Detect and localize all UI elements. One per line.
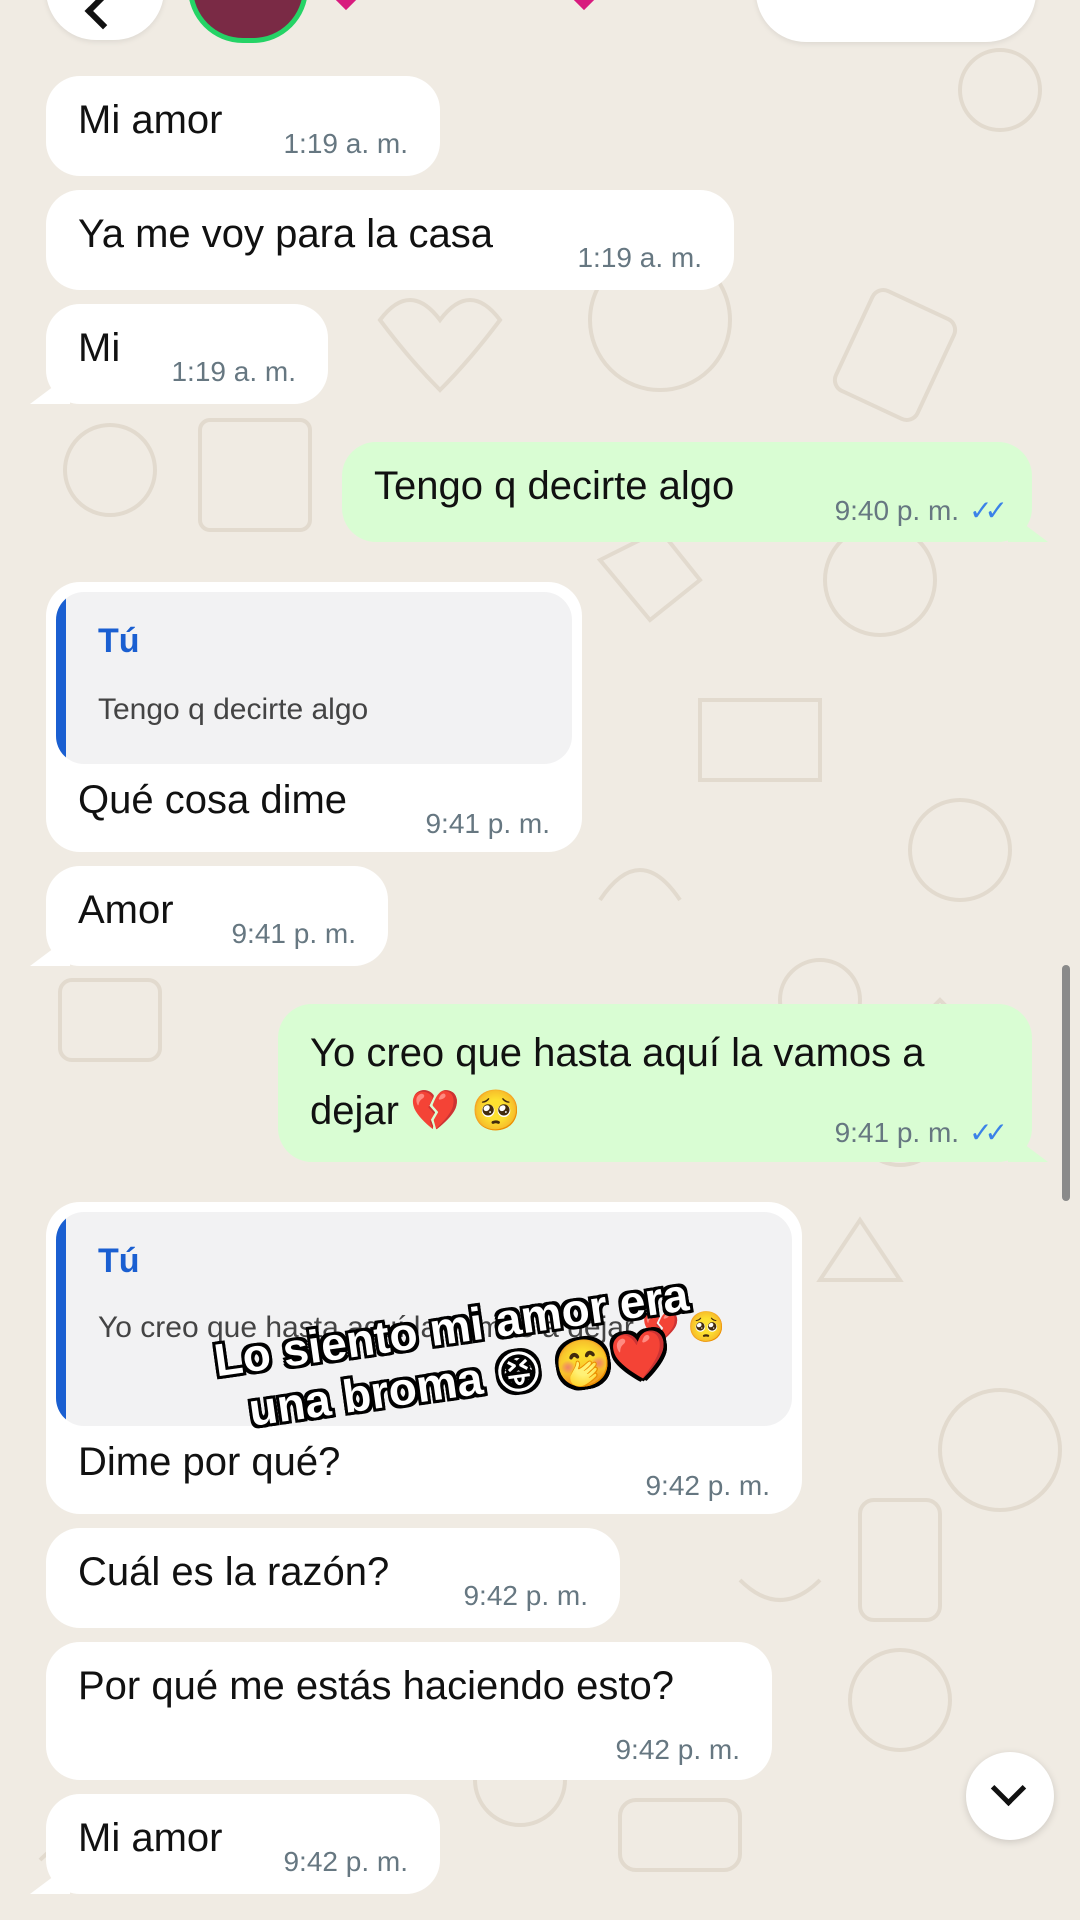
avatar[interactable] <box>188 0 308 43</box>
chat-header <box>0 0 1080 70</box>
message-text: Dime por qué? <box>78 1440 341 1484</box>
message-time: 1:19 a. m. <box>171 356 296 387</box>
read-ticks-icon: ✓✓ <box>969 495 1008 526</box>
message-text: Mi <box>78 326 121 370</box>
back-icon <box>84 0 122 30</box>
message-bubble-incoming[interactable]: Mi 1:19 a. m. <box>46 304 328 404</box>
scrollbar[interactable] <box>1062 965 1070 1201</box>
message-bubble-outgoing[interactable]: Yo creo que hasta aquí la vamos a dejar … <box>278 1004 1032 1162</box>
message-time: 9:42 p. m. <box>645 1470 770 1501</box>
message-text: Mi amor <box>78 98 223 142</box>
quote-accent-bar <box>56 1212 66 1426</box>
message-time: 9:41 p. m. <box>231 918 356 949</box>
quote-text: Tengo q decirte algo <box>98 693 369 726</box>
message-text: Por qué me estás haciendo esto? <box>78 1664 674 1708</box>
message-bubble-incoming[interactable]: Amor 9:41 p. m. <box>46 866 388 966</box>
message-time: 9:42 p. m. <box>615 1734 740 1765</box>
message-bubble-incoming[interactable]: Ya me voy para la casa 1:19 a. m. <box>46 190 734 290</box>
header-actions[interactable] <box>756 0 1036 42</box>
message-bubble-incoming[interactable]: Cuál es la razón? 9:42 p. m. <box>46 1528 620 1628</box>
quote-accent-bar <box>56 592 66 764</box>
read-ticks-icon: ✓✓ <box>969 1117 1008 1148</box>
message-bubble-incoming[interactable]: Por qué me estás haciendo esto? 9:42 p. … <box>46 1642 772 1780</box>
message-text: Amor <box>78 888 174 932</box>
message-text: Mi amor <box>78 1816 223 1860</box>
message-text: Ya me voy para la casa <box>78 212 494 256</box>
status-dot <box>569 0 599 11</box>
message-text: Cuál es la razón? <box>78 1550 390 1594</box>
message-bubble-incoming[interactable]: Mi amor 9:42 p. m. <box>46 1794 440 1894</box>
message-bubble-outgoing[interactable]: Tengo q decirte algo 9:40 p. m. ✓✓ <box>342 442 1032 542</box>
chevron-down-icon <box>990 1770 1027 1807</box>
scroll-to-bottom-button[interactable] <box>966 1752 1054 1840</box>
quoted-message[interactable]: Tú Tengo q decirte algo <box>56 592 572 764</box>
quote-author: Tú <box>98 622 140 660</box>
message-time: 9:42 p. m. <box>283 1846 408 1877</box>
message-time: 1:19 a. m. <box>283 128 408 159</box>
quote-author: Tú <box>98 1242 140 1280</box>
message-text: Qué cosa dime <box>78 778 348 822</box>
message-text: Tengo q decirte algo <box>374 464 735 508</box>
status-dot <box>331 0 361 11</box>
message-time: 9:41 p. m. <box>425 808 550 839</box>
message-time: 9:42 p. m. <box>463 1580 588 1611</box>
message-bubble-incoming[interactable]: Tú Tengo q decirte algo Qué cosa dime 9:… <box>46 582 582 852</box>
message-time: 9:41 p. m. ✓✓ <box>834 1117 1008 1148</box>
back-button[interactable] <box>46 0 164 40</box>
message-time: 1:19 a. m. <box>577 242 702 273</box>
message-time: 9:40 p. m. ✓✓ <box>834 495 1008 526</box>
message-bubble-incoming[interactable]: Mi amor 1:19 a. m. <box>46 76 440 176</box>
